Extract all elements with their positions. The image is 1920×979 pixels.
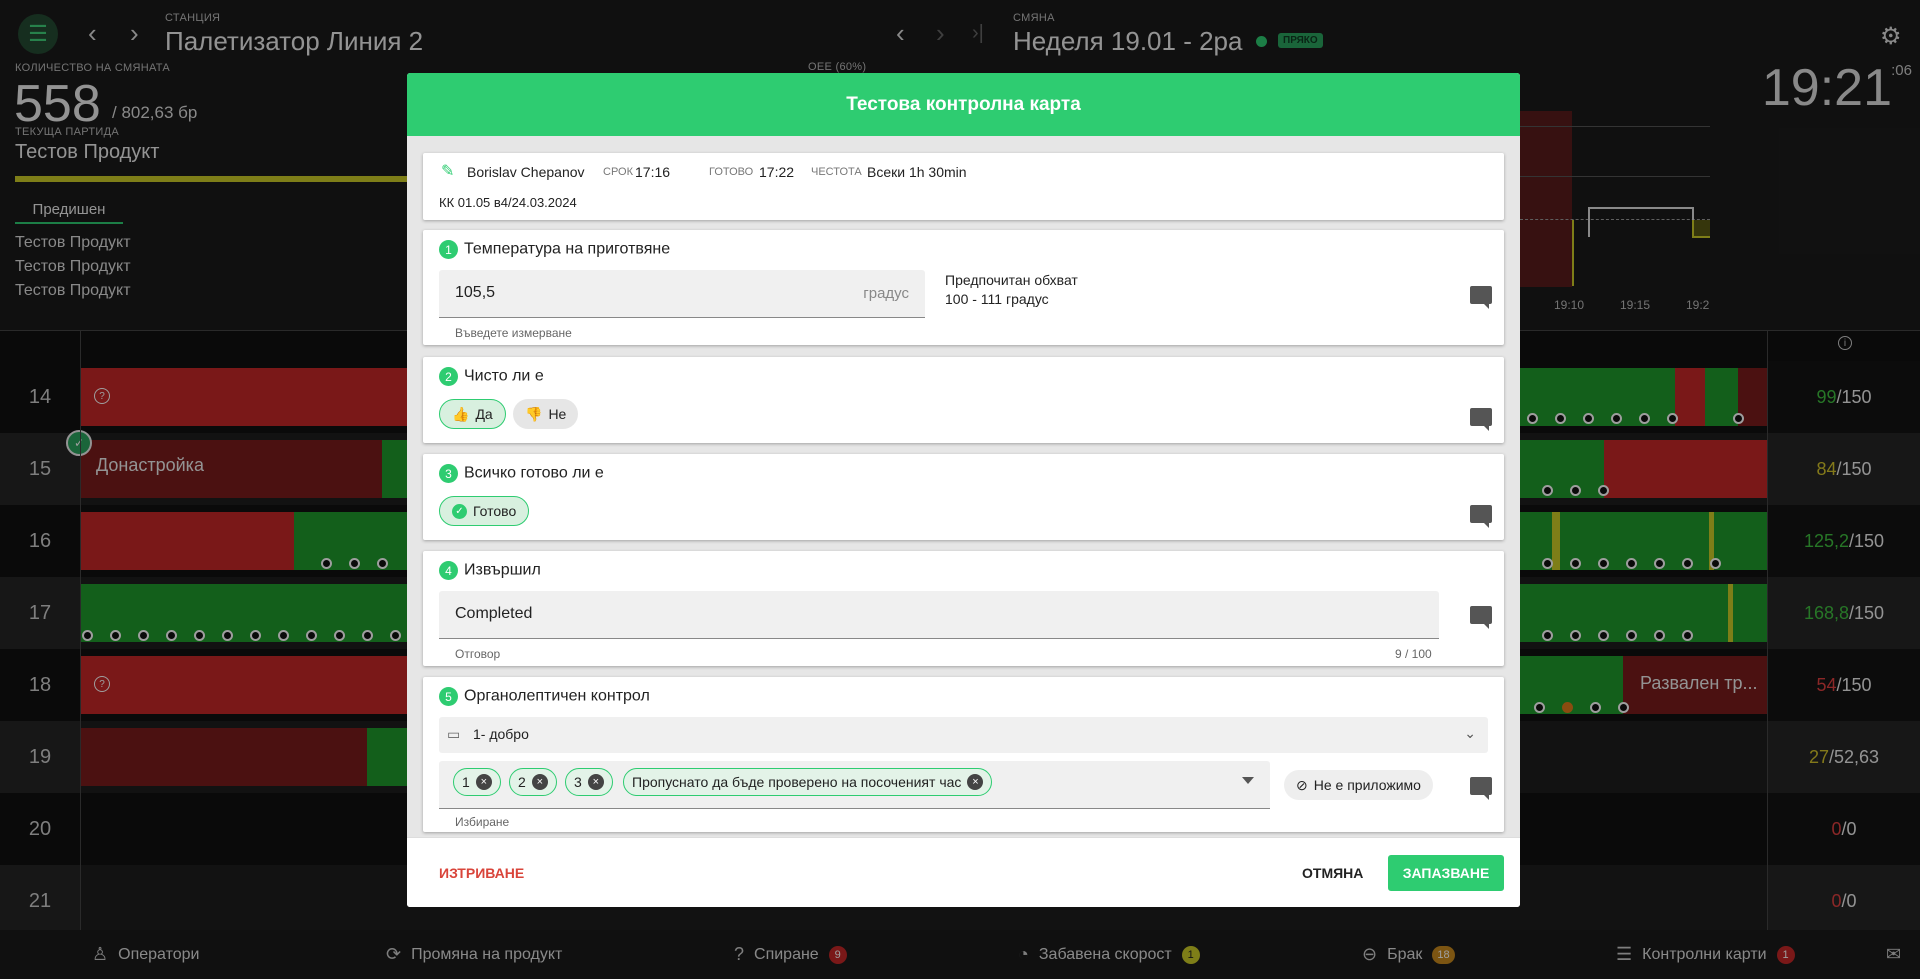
tag-label: 2 [518, 774, 526, 790]
cancel-button[interactable]: ОТМЯНА [1302, 865, 1363, 881]
frequency: Всеки 1h 30min [867, 164, 967, 180]
question-card: 4 Извършил Completed Отговор 9 / 100 [423, 551, 1504, 666]
question-card: 1 Температура на приготвяне 105,5 градус … [423, 230, 1504, 345]
question-card: 5 Органолептичен контрол ▭ 1- добро ⌄ 1 × … [423, 677, 1504, 832]
question-text: Органолептичен контрол [464, 687, 650, 705]
question-number: 1 [439, 240, 458, 259]
tag-chip: 3 × [565, 768, 613, 796]
no-label: Не [548, 406, 567, 422]
dropdown-arrow-icon[interactable] [1242, 777, 1254, 784]
save-button[interactable]: ЗАПАЗВАНЕ [1388, 855, 1504, 891]
question-text: Всичко готово ли е [464, 464, 604, 482]
remove-tag-icon[interactable]: × [531, 774, 548, 790]
temperature-input[interactable]: 105,5 градус [439, 270, 925, 318]
check-circle-icon: ✓ [452, 503, 467, 519]
deadline-label: СРОК [603, 166, 634, 178]
question-text: Извършил [464, 561, 541, 579]
question-number: 3 [439, 464, 458, 483]
deadline: 17:16 [635, 164, 671, 180]
tags-select[interactable]: 1 × 2 × 3 × Пропуснато да бъде проверено на… [439, 761, 1270, 809]
input-unit: градус [863, 285, 909, 302]
tag-chip: Пропуснато да бъде проверено на посочени… [623, 768, 993, 796]
tag-label: 1 [462, 774, 470, 790]
card-meta: ✎ Borislav Chepanov СРОК 17:16 ГОТОВО 17… [423, 153, 1504, 220]
ready-label: Готово [473, 503, 517, 519]
dialog-footer: ИЗТРИВАНЕ ОТМЯНА ЗАПАЗВАНЕ [407, 837, 1520, 907]
question-title: 5 Органолептичен контрол [439, 687, 650, 706]
input-hint: Въведете измерване [455, 326, 572, 340]
tag-label: Пропуснато да бъде проверено на посочени… [632, 774, 962, 790]
ready-button[interactable]: ✓ Готово [439, 496, 530, 526]
performer-input[interactable]: Completed [439, 591, 1439, 639]
tag-chip: 2 × [509, 768, 557, 796]
yes-button[interactable]: 👍 Да [439, 399, 506, 429]
delete-button[interactable]: ИЗТРИВАНЕ [439, 865, 524, 881]
select-hint: Избиране [455, 815, 510, 829]
comment-icon[interactable] [1470, 777, 1492, 800]
tag-label: 3 [574, 774, 582, 790]
chevron-down-icon: ⌄ [1464, 725, 1476, 741]
char-counter: 9 / 100 [1395, 647, 1432, 661]
range-label: Предпочитан обхват [945, 272, 1078, 288]
input-hint: Отговор [455, 647, 501, 661]
dialog-body: ✎ Borislav Chepanov СРОК 17:16 ГОТОВО 17… [407, 136, 1520, 907]
dialog-title: Тестова контролна карта [407, 73, 1520, 136]
input-value: 105,5 [455, 284, 496, 301]
question-title: 2 Чисто ли е [439, 367, 544, 386]
question-number: 2 [439, 367, 458, 386]
comment-icon[interactable] [1470, 286, 1492, 309]
freq-label: ЧЕСТОТА [811, 166, 862, 178]
not-applicable-button[interactable]: ⊘ Не е приложимо [1284, 770, 1433, 800]
question-number: 4 [439, 561, 458, 580]
thumbs-down-icon: 👎 [525, 405, 543, 422]
author: Borislav Chepanov [467, 164, 585, 180]
thumbs-up-icon: 👍 [452, 405, 470, 422]
question-text: Температура на приготвяне [464, 240, 671, 258]
book-icon: ▭ [447, 726, 461, 742]
question-title: 1 Температура на приготвяне [439, 240, 670, 259]
comment-icon[interactable] [1470, 408, 1492, 431]
control-card-dialog: Тестова контролна карта ✎ Borislav Chepa… [407, 73, 1520, 907]
block-icon: ⊘ [1296, 776, 1308, 793]
input-value: Completed [455, 605, 533, 622]
question-card: 3 Всичко готово ли е ✓ Готово [423, 454, 1504, 540]
document-code: КК 01.05 в4/24.03.2024 [439, 195, 577, 210]
remove-tag-icon[interactable]: × [967, 774, 984, 790]
question-title: 4 Извършил [439, 561, 541, 580]
quality-select[interactable]: ▭ 1- добро ⌄ [439, 717, 1488, 753]
question-title: 3 Всичко готово ли е [439, 464, 604, 483]
select-value: 1- добро [473, 726, 529, 742]
remove-tag-icon[interactable]: × [475, 774, 492, 790]
tag-chip: 1 × [453, 768, 501, 796]
not-applicable-label: Не е приложимо [1313, 777, 1421, 793]
comment-icon[interactable] [1470, 606, 1492, 629]
question-card: 2 Чисто ли е 👍 Да 👎 Не [423, 357, 1504, 443]
comment-icon[interactable] [1470, 505, 1492, 528]
pen-icon: ✎ [441, 163, 455, 180]
done-label: ГОТОВО [709, 166, 754, 178]
no-button[interactable]: 👎 Не [513, 399, 579, 429]
question-text: Чисто ли е [464, 367, 544, 385]
question-number: 5 [439, 687, 458, 706]
done-time: 17:22 [759, 164, 795, 180]
remove-tag-icon[interactable]: × [587, 774, 604, 790]
yes-label: Да [475, 406, 493, 422]
range-value: 100 - 111 градус [945, 291, 1049, 307]
